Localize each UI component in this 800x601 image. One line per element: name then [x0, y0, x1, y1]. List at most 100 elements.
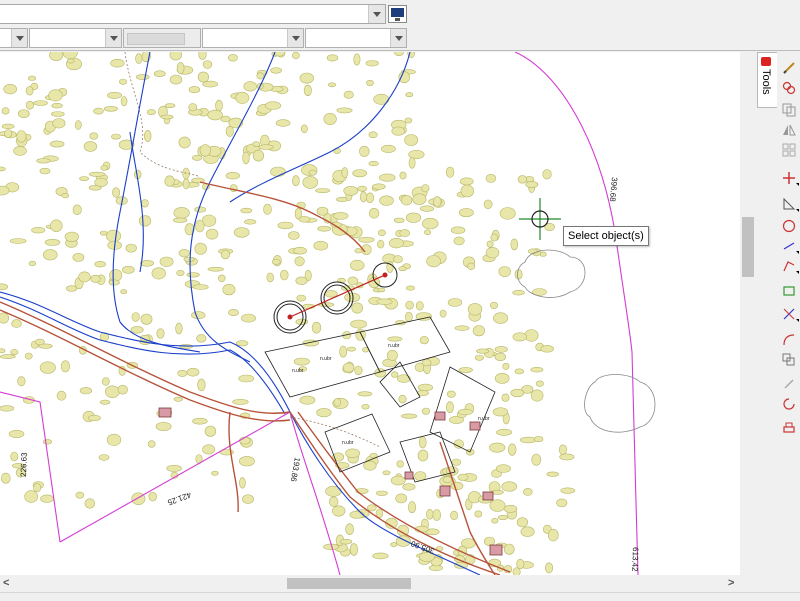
horizontal-scrollbar[interactable]: < > [0, 575, 740, 592]
tree-blob [136, 74, 150, 81]
tree-blob [240, 207, 253, 214]
tree-blob [467, 303, 483, 316]
line-icon[interactable] [781, 238, 799, 254]
tree-blob [524, 329, 539, 342]
layer-combo[interactable] [0, 4, 386, 24]
tree-blob [39, 167, 51, 175]
tree-blob [94, 177, 108, 187]
rotate-icon[interactable] [781, 396, 797, 412]
tree-blob [66, 285, 78, 292]
tree-blob [1, 472, 11, 484]
vertical-scroll-thumb[interactable] [742, 217, 754, 277]
move-icon[interactable] [781, 170, 799, 186]
tree-blob [343, 186, 359, 196]
tree-blob [531, 453, 542, 466]
layer-combo-dropdown-button[interactable] [368, 5, 385, 23]
tree-blob [10, 451, 19, 462]
tree-blob [159, 256, 174, 267]
tree-blob [494, 372, 510, 384]
tree-blob [191, 311, 206, 320]
tree-blob [520, 526, 535, 537]
tree-blob [546, 471, 559, 477]
tree-blob [326, 54, 339, 62]
tree-blob [303, 84, 312, 97]
tree-blob [379, 173, 396, 182]
tree-blob [530, 367, 544, 373]
circle-pair-icon[interactable] [781, 80, 797, 96]
tree-blob [0, 283, 8, 291]
ellipse-icon[interactable] [781, 218, 797, 234]
tree-blob [302, 176, 319, 189]
tree-blob [418, 436, 427, 449]
tree-blob [0, 166, 6, 172]
tree-blob [264, 101, 282, 110]
tree-blob [556, 498, 568, 508]
scroll-right-arrow-icon[interactable]: > [728, 575, 734, 592]
tree-blob [122, 265, 135, 274]
tree-blob [349, 510, 365, 519]
tree-blob [332, 505, 346, 517]
tree-blob [99, 230, 108, 236]
tree-blob [288, 231, 300, 240]
rectangle-icon[interactable] [781, 282, 797, 298]
drawing-canvas[interactable]: n.ubr n.ubr n.ubr n.ubr n.ubr 396.68 226… [0, 52, 741, 575]
pen-tool-icon[interactable] [781, 376, 797, 392]
tree-blob [107, 91, 123, 99]
tree-blob [147, 440, 156, 448]
tree-blob [508, 443, 517, 456]
scroll-left-arrow-icon[interactable]: < [3, 575, 9, 592]
rectangle-corner-icon[interactable] [781, 196, 799, 212]
tree-blob [341, 167, 349, 178]
tree-blob [182, 178, 190, 190]
tree-blob [422, 217, 439, 230]
vertical-scrollbar[interactable] [740, 52, 757, 575]
arc-icon[interactable] [781, 332, 797, 348]
tree-blob [442, 476, 453, 484]
tree-blob [50, 111, 65, 117]
tree-blob [329, 496, 339, 507]
tree-blob [241, 313, 256, 323]
tree-blob [474, 510, 483, 518]
tree-blob [483, 536, 495, 547]
tree-blob [106, 433, 122, 446]
tree-blob [99, 399, 111, 405]
tree-blob [295, 276, 308, 286]
property-combo-5[interactable] [305, 28, 407, 48]
tree-blob [426, 508, 434, 520]
tree-blob [225, 171, 240, 180]
offset-icon[interactable] [781, 352, 797, 368]
grid-icon[interactable] [781, 142, 797, 158]
property-combo-3[interactable] [123, 28, 201, 48]
tree-blob [109, 269, 123, 282]
tree-blob [349, 259, 365, 271]
tree-blob [169, 74, 183, 85]
print-icon[interactable] [781, 420, 797, 436]
display-button[interactable] [388, 5, 407, 23]
tree-blob [445, 166, 455, 178]
tree-blob [446, 390, 456, 398]
pencil-icon[interactable] [781, 60, 797, 76]
property-combo-1[interactable] [0, 28, 28, 48]
measure-icon[interactable] [781, 306, 799, 322]
chevron-down-icon [291, 35, 300, 41]
tree-blob [453, 236, 465, 246]
horizontal-scroll-thumb[interactable] [287, 578, 411, 589]
property-combo-4[interactable] [202, 28, 304, 48]
tree-blob [61, 193, 70, 199]
tree-blob [495, 464, 511, 473]
tree-blob [323, 112, 337, 125]
mirror-icon[interactable] [781, 122, 797, 138]
tree-blob [292, 175, 300, 187]
tree-blob [186, 367, 200, 377]
tree-blob [263, 203, 272, 215]
tree-blob [83, 141, 98, 152]
property-combo-2[interactable] [29, 28, 122, 48]
copy-icon[interactable] [781, 102, 797, 118]
tools-tab[interactable]: Tools [757, 52, 777, 108]
tree-blob [50, 219, 63, 232]
tree-blob [503, 504, 518, 513]
tree-blob [222, 284, 236, 296]
tree-blob [74, 120, 82, 130]
polyline-icon[interactable] [781, 258, 799, 274]
monitor-icon [391, 8, 404, 17]
